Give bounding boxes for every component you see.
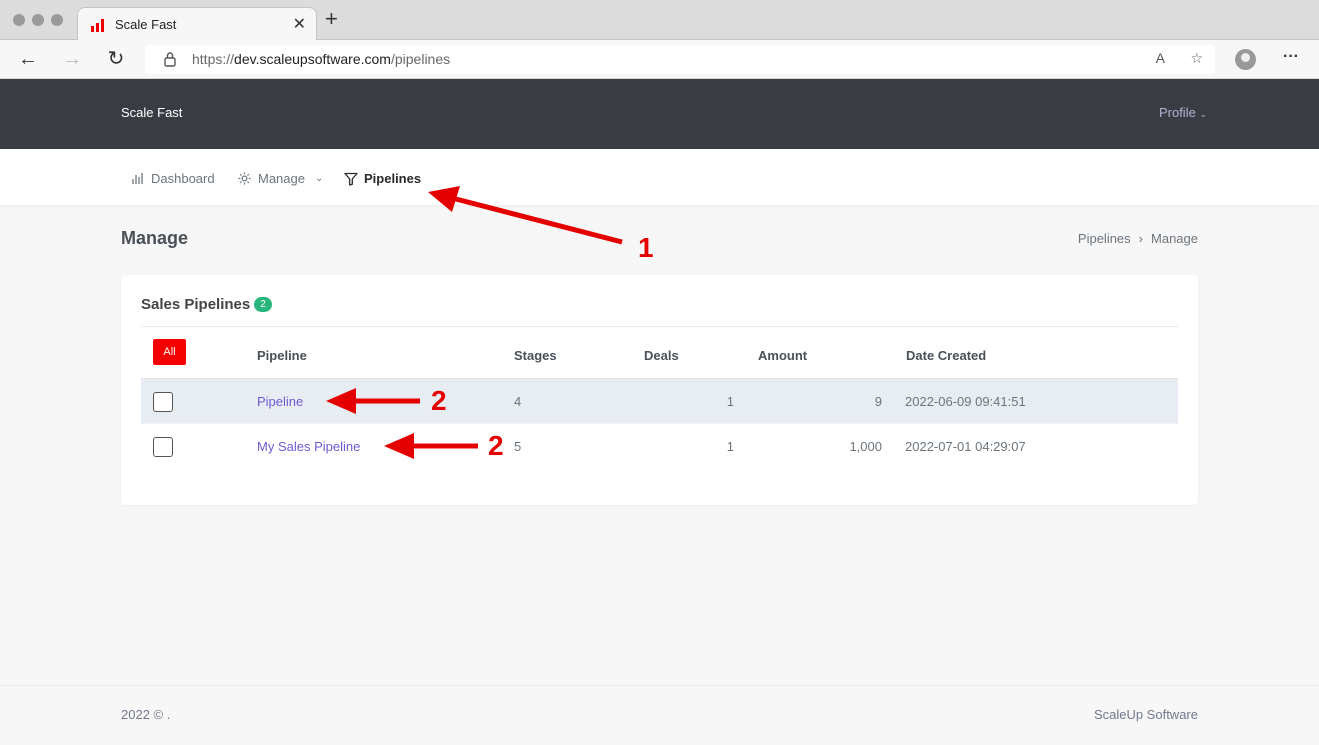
app-header: Scale Fast Profile ⌄ <box>0 79 1319 149</box>
select-all-button[interactable]: All <box>153 339 186 365</box>
browser-tab[interactable]: Scale Fast ✕ <box>77 7 317 40</box>
deals-cell: 1 <box>726 439 734 454</box>
table-row[interactable]: Pipeline 4 1 9 2022-06-09 09:41:51 <box>141 379 1178 424</box>
pipelines-table: All Pipeline Stages Deals Amount Date Cr… <box>141 333 1178 469</box>
breadcrumb: Pipelines › Manage <box>1077 231 1198 246</box>
column-header-amount[interactable]: Amount <box>758 348 807 363</box>
table-header: All Pipeline Stages Deals Amount Date Cr… <box>141 333 1178 379</box>
annotation-label: 2 <box>488 430 504 461</box>
sales-pipelines-card: Sales Pipelines 2 All Pipeline Stages De… <box>121 275 1198 505</box>
bar-chart-icon <box>132 173 143 184</box>
new-tab-button[interactable]: + <box>325 8 338 30</box>
column-header-stages[interactable]: Stages <box>514 348 557 363</box>
window-minimize-button[interactable] <box>32 14 44 26</box>
nav-item-dashboard[interactable]: Dashboard <box>131 171 215 186</box>
chevron-down-icon: ⌄ <box>1199 109 1207 119</box>
read-aloud-icon[interactable]: A <box>1156 50 1165 66</box>
brand-name[interactable]: Scale Fast <box>121 105 182 120</box>
breadcrumb-link[interactable]: Pipelines <box>1078 231 1131 246</box>
main-nav: Dashboard Manage ⌄ Pipelines <box>0 149 1319 205</box>
window-zoom-button[interactable] <box>51 14 63 26</box>
back-arrow-icon[interactable]: ← <box>16 48 40 70</box>
more-options-icon[interactable]: ··· <box>1283 48 1299 66</box>
footer: 2022 © . ScaleUp Software <box>0 685 1319 745</box>
forward-arrow-icon[interactable]: → <box>60 48 84 70</box>
tab-title: Scale Fast <box>115 17 177 32</box>
column-header-date-created[interactable]: Date Created <box>906 348 986 363</box>
nav-label: Dashboard <box>151 171 215 186</box>
footer-company: ScaleUp Software <box>1093 707 1198 722</box>
avatar[interactable] <box>1235 49 1256 70</box>
stages-cell: 5 <box>514 439 522 454</box>
amount-cell: 1,000 <box>849 439 882 454</box>
chevron-down-icon: ⌄ <box>314 173 324 184</box>
page-title: Manage <box>121 228 189 248</box>
window-close-button[interactable] <box>13 14 25 26</box>
row-checkbox[interactable] <box>153 392 173 412</box>
nav-item-pipelines[interactable]: Pipelines <box>344 171 421 186</box>
lock-icon <box>164 52 176 67</box>
gear-icon <box>238 172 251 185</box>
divider <box>141 326 1178 327</box>
favorites-icon[interactable]: ☆ <box>1190 50 1203 67</box>
deals-cell: 1 <box>726 394 734 409</box>
count-badge: 2 <box>254 297 272 312</box>
filter-icon <box>344 172 358 186</box>
nav-label: Pipelines <box>364 171 422 186</box>
nav-label: Manage <box>258 171 305 186</box>
url-text: https://dev.scaleupsoftware.com/pipeline… <box>192 51 451 67</box>
amount-cell: 9 <box>874 394 882 409</box>
pipeline-cell: My Sales Pipeline <box>257 439 360 454</box>
date-cell: 2022-06-09 09:41:51 <box>905 394 1026 409</box>
annotation-label: 2 <box>431 385 447 416</box>
column-header-pipeline[interactable]: Pipeline <box>257 348 307 363</box>
date-cell: 2022-07-01 04:29:07 <box>905 439 1026 454</box>
pipeline-cell: Pipeline <box>257 394 303 409</box>
table-row[interactable]: My Sales Pipeline 5 1 1,000 2022-07-01 0… <box>141 424 1178 469</box>
annotation-label: 1 <box>638 232 654 263</box>
bar-chart-icon <box>91 19 104 32</box>
stages-cell: 4 <box>514 394 522 409</box>
row-checkbox[interactable] <box>153 437 173 457</box>
nav-item-manage[interactable]: Manage ⌄ <box>237 171 323 186</box>
card-title-text: Sales Pipelines <box>141 296 251 313</box>
refresh-icon[interactable]: ↻ <box>104 48 128 70</box>
card-title: Sales Pipelines 2 <box>141 296 272 313</box>
close-icon[interactable]: ✕ <box>293 14 306 34</box>
column-header-deals[interactable]: Deals <box>644 348 679 363</box>
browser-tab-bar: Scale Fast ✕ + <box>0 0 1319 40</box>
breadcrumb-current: Manage <box>1151 231 1198 246</box>
footer-copyright: 2022 © . <box>121 707 171 722</box>
pipeline-link[interactable]: My Sales Pipeline <box>257 439 360 454</box>
profile-menu[interactable]: Profile ⌄ <box>1159 105 1207 120</box>
browser-address-bar: ← → ↻ https://dev.scaleupsoftware.com/pi… <box>0 40 1319 79</box>
url-field[interactable]: https://dev.scaleupsoftware.com/pipeline… <box>145 45 1215 74</box>
pipeline-link[interactable]: Pipeline <box>257 394 303 409</box>
